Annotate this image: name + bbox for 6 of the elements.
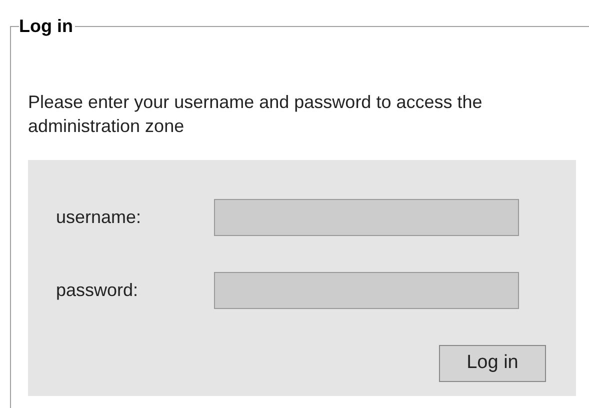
- input-field[interactable]: [214, 272, 519, 309]
- instruction-text: Please enter your username and password to access the administration zone: [28, 91, 484, 138]
- input-field[interactable]: [214, 199, 519, 236]
- field-label: password:: [56, 279, 140, 302]
- login-button[interactable]: Log in: [439, 345, 546, 382]
- field-label: username:: [56, 206, 142, 229]
